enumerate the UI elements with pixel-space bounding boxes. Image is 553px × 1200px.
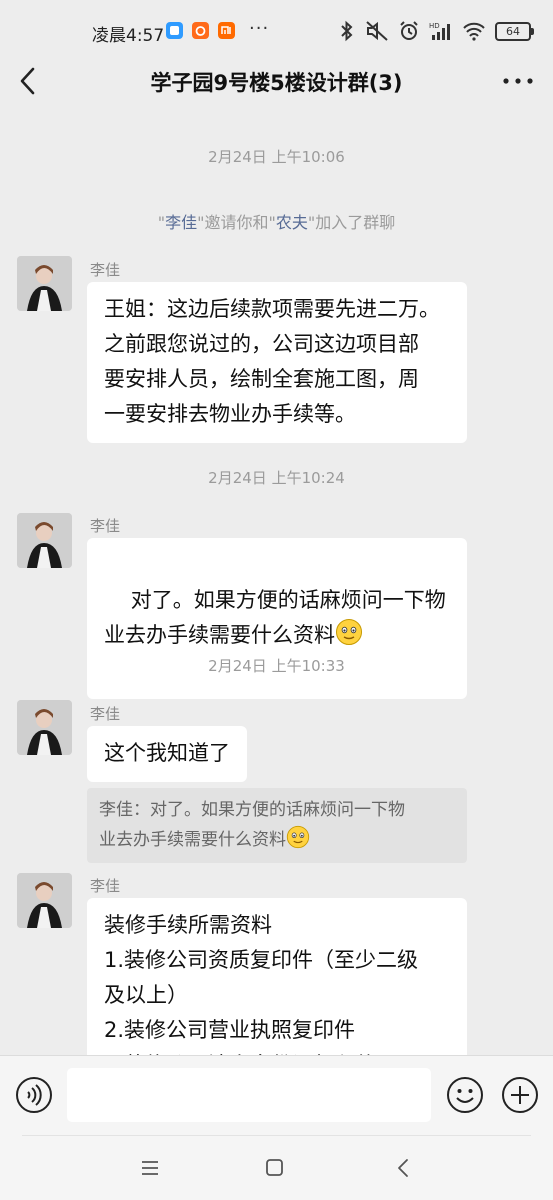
voice-icon: [16, 1077, 52, 1113]
emoji-button[interactable]: [446, 1076, 484, 1114]
sender-name: 李佳: [90, 261, 121, 279]
chat-header: 学子园9号楼5楼设计群(3): [0, 62, 553, 100]
sender-name: 李佳: [90, 877, 121, 895]
invitee-name[interactable]: 农夫: [276, 213, 308, 232]
timestamp: 2月24日 上午10:06: [208, 148, 345, 166]
quote-text: 李佳：对了。如果方便的话麻烦问一下物 业去办手续需要什么资料: [99, 800, 405, 850]
sender-name: 李佳: [90, 517, 121, 535]
blue-app-icon: [166, 22, 183, 39]
avatar[interactable]: [17, 256, 72, 311]
more-options-button[interactable]: [501, 68, 535, 94]
quoted-message[interactable]: 李佳：对了。如果方便的话麻烦问一下物 业去办手续需要什么资料: [87, 788, 467, 863]
smile-emoji-icon: [286, 825, 310, 849]
more-actions-button[interactable]: [501, 1076, 539, 1114]
home-square-icon: [266, 1159, 283, 1176]
system-navigation-bar: [0, 1135, 553, 1200]
voice-button[interactable]: [15, 1076, 53, 1114]
signal-icon: HD: [429, 22, 450, 40]
wifi-icon: [463, 22, 485, 41]
inviter-name[interactable]: 李佳: [165, 213, 197, 232]
mute-icon: [366, 21, 388, 41]
message-input[interactable]: [67, 1068, 431, 1122]
bluetooth-icon: [341, 20, 353, 42]
system-back-button[interactable]: [394, 1156, 414, 1180]
smile-emoji-icon: [336, 619, 362, 645]
page-title: 学子园9号楼5楼设计群(3): [150, 71, 403, 95]
more-dots-icon: [503, 78, 533, 84]
status-bar: 凌晨4:57 ··· HD 64: [0, 0, 553, 62]
message-text: 对了。如果方便的话麻烦问一下物 业去办手续需要什么资料: [104, 588, 446, 647]
back-triangle-icon: [398, 1159, 408, 1177]
input-bar: [0, 1055, 553, 1136]
avatar[interactable]: [17, 700, 72, 755]
plus-icon: [502, 1077, 538, 1113]
avatar[interactable]: [17, 873, 72, 928]
status-right-icons: HD 64: [338, 18, 534, 44]
alarm-icon: [400, 21, 418, 40]
chat-messages[interactable]: 2月24日 上午10:06 "李佳"邀请你和"农夫"加入了群聊 李佳 王姐：这边…: [0, 100, 553, 1055]
timestamp: 2月24日 上午10:24: [208, 469, 345, 487]
battery-icon: 64: [495, 21, 534, 41]
message-bubble[interactable]: 这个我知道了: [87, 726, 247, 782]
timestamp: 2月24日 上午10:33: [208, 657, 345, 675]
status-time: 凌晨4:57: [92, 26, 165, 46]
home-button[interactable]: [264, 1157, 286, 1179]
mi-icon: [218, 22, 235, 39]
avatar[interactable]: [17, 513, 72, 568]
svg-text:HD: HD: [429, 22, 440, 30]
system-message: "李佳"邀请你和"农夫"加入了群聊: [157, 213, 396, 232]
smiley-face-icon: [447, 1077, 483, 1113]
message-bubble[interactable]: 装修手续所需资料 1.装修公司资质复印件（至少二级 及以上） 2.装修公司营业执…: [87, 898, 467, 1055]
message-bubble[interactable]: 王姐：这边后续款项需要先进二万。 之前跟您说过的，公司这边项目部 要安排人员，绘…: [87, 282, 467, 443]
sender-name: 李佳: [90, 705, 121, 723]
menu-icon: [142, 1161, 158, 1175]
divider: [22, 1135, 531, 1136]
status-more-dots: ···: [249, 18, 270, 39]
recent-apps-button[interactable]: [139, 1157, 161, 1179]
taobao-icon: [192, 22, 209, 39]
